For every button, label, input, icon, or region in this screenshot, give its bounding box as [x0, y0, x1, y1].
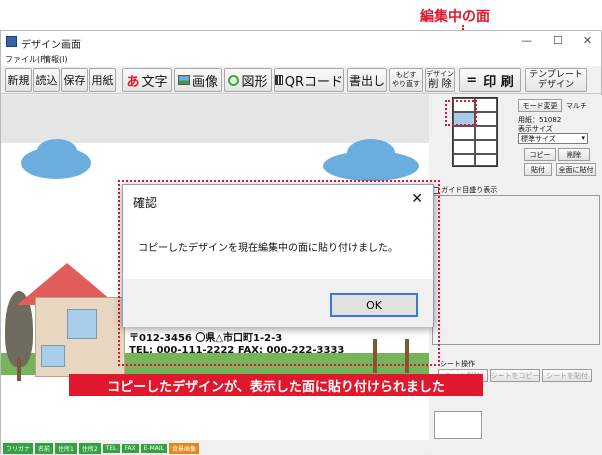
side-panel: モード変更 マルチ 用紙：51082 表示サイズ 標準サイズ ▾ コピー 削除 …: [430, 95, 602, 455]
field-chip[interactable]: 背景画像: [168, 442, 199, 454]
cloud-left-puff: [37, 139, 77, 163]
dialog-footer: OK: [123, 279, 433, 327]
menu-file[interactable]: ファイル(F): [5, 54, 48, 65]
field-chip[interactable]: 住所1: [55, 442, 77, 454]
design-delete-top: デザイン: [426, 70, 454, 78]
template-bottom: デザイン: [537, 80, 574, 90]
print-button[interactable]: = 印 刷: [459, 68, 521, 92]
field-chip[interactable]: FAX: [121, 443, 139, 453]
print-button-label: 印 刷: [483, 74, 514, 90]
minimize-icon[interactable]: —: [521, 34, 532, 47]
circle-icon: [228, 74, 240, 86]
face-cell[interactable]: [453, 126, 475, 140]
new-button[interactable]: 新規: [5, 68, 32, 92]
toolbar: 新規 読込 保存 用紙 あ 文字 画像 図形 QRコード 書出し もどす やり直…: [1, 66, 601, 94]
annotation-top-label: 編集中の面: [420, 9, 490, 25]
equals-icon: =: [466, 72, 478, 88]
hiragana-a-icon: あ: [126, 74, 140, 90]
image-button[interactable]: 画像: [174, 68, 222, 92]
sheet-copy-button[interactable]: シートをコピー: [490, 369, 540, 382]
paper-button[interactable]: 用紙: [89, 68, 116, 92]
canvas-margin: [1, 95, 429, 143]
qr-button-label: QRコード: [284, 74, 343, 90]
text-button-label: 文字: [141, 74, 168, 90]
guide-checkbox[interactable]: ガイド目盛り表示: [432, 185, 497, 195]
design-delete-bottom: 削 除: [428, 79, 452, 90]
face-cell[interactable]: [475, 154, 497, 166]
field-chip[interactable]: 名前: [35, 442, 54, 454]
dialog-message: コピーしたデザインを現在編集中の面に貼り付けました。: [138, 243, 398, 254]
chevron-down-icon: ▾: [581, 134, 585, 142]
face-cell[interactable]: [453, 154, 475, 166]
face-cell[interactable]: [453, 140, 475, 154]
menu-bar: ファイル(F) 情報(I): [1, 52, 601, 66]
copy-button[interactable]: コピー: [524, 148, 556, 161]
annotation-face-highlight: [445, 100, 477, 126]
template-design-button[interactable]: テンプレート デザイン: [525, 68, 587, 92]
picture-icon: [177, 75, 190, 85]
paste-all-button[interactable]: 全面に貼付: [556, 163, 596, 176]
menu-info[interactable]: 情報(I): [43, 54, 68, 65]
field-chip[interactable]: E-MAIL: [140, 443, 167, 453]
redo-label: やり直す: [392, 80, 420, 88]
annotation-caption: コピーしたデザインが、表示した面に貼り付けられました: [69, 374, 483, 396]
face-cell[interactable]: [475, 126, 497, 140]
field-chips: フリガナ 名前 住所1 住所2 TEL FAX E-MAIL 背景画像: [1, 441, 429, 455]
paste-button[interactable]: 貼付: [524, 163, 552, 176]
dialog-title: 確認: [133, 196, 158, 210]
design-delete-button[interactable]: デザイン 削 除: [425, 68, 455, 92]
sheet-paste-button[interactable]: シートを貼付: [542, 369, 592, 382]
writeout-button[interactable]: 書出し: [347, 68, 387, 92]
shape-button-label: 図形: [241, 74, 268, 90]
text-button[interactable]: あ 文字: [122, 68, 172, 92]
multi-label: マルチ: [566, 102, 587, 110]
field-chip[interactable]: TEL: [102, 443, 120, 453]
display-size-value: 標準サイズ: [521, 135, 556, 143]
house-window-upper: [67, 309, 97, 339]
image-button-label: 画像: [191, 74, 218, 90]
qr-icon: [275, 75, 283, 85]
dialog-close-icon[interactable]: ✕: [411, 191, 423, 207]
app-icon: [6, 36, 17, 47]
window-title: デザイン画面: [21, 40, 81, 51]
title-bar: デザイン画面 — ☐ ✕: [1, 31, 601, 53]
template-top: テンプレート: [529, 70, 583, 80]
load-button[interactable]: 読込: [33, 68, 60, 92]
field-chip[interactable]: フリガナ: [3, 442, 34, 454]
shape-button[interactable]: 図形: [224, 68, 272, 92]
mode-change-button[interactable]: モード変更: [518, 99, 562, 112]
sheet-thumb: [434, 411, 482, 439]
undo-label: もどす: [395, 71, 417, 79]
sheet-area: [432, 195, 600, 345]
close-icon[interactable]: ✕: [583, 34, 592, 47]
qr-button[interactable]: QRコード: [274, 68, 344, 92]
tree-left-trunk: [17, 357, 21, 381]
house-window-lower: [41, 345, 65, 367]
delete-button[interactable]: 削除: [558, 148, 590, 161]
cloud-right-puff: [347, 139, 395, 167]
ok-button[interactable]: OK: [330, 293, 418, 317]
face-cell[interactable]: [475, 140, 497, 154]
save-button[interactable]: 保存: [61, 68, 88, 92]
guide-checkbox-label: ガイド目盛り表示: [441, 186, 498, 194]
field-chip[interactable]: 住所2: [78, 442, 101, 454]
maximize-icon[interactable]: ☐: [553, 34, 563, 47]
display-size-select[interactable]: 標準サイズ ▾: [518, 133, 588, 144]
undo-redo-button[interactable]: もどす やり直す: [389, 68, 423, 92]
face-cell[interactable]: [475, 112, 497, 126]
face-cell[interactable]: [475, 98, 497, 112]
sheet-op-label: シート操作: [440, 360, 475, 368]
confirm-dialog: 確認 ✕ コピーしたデザインを現在編集中の面に貼り付けました。 OK: [122, 184, 434, 327]
